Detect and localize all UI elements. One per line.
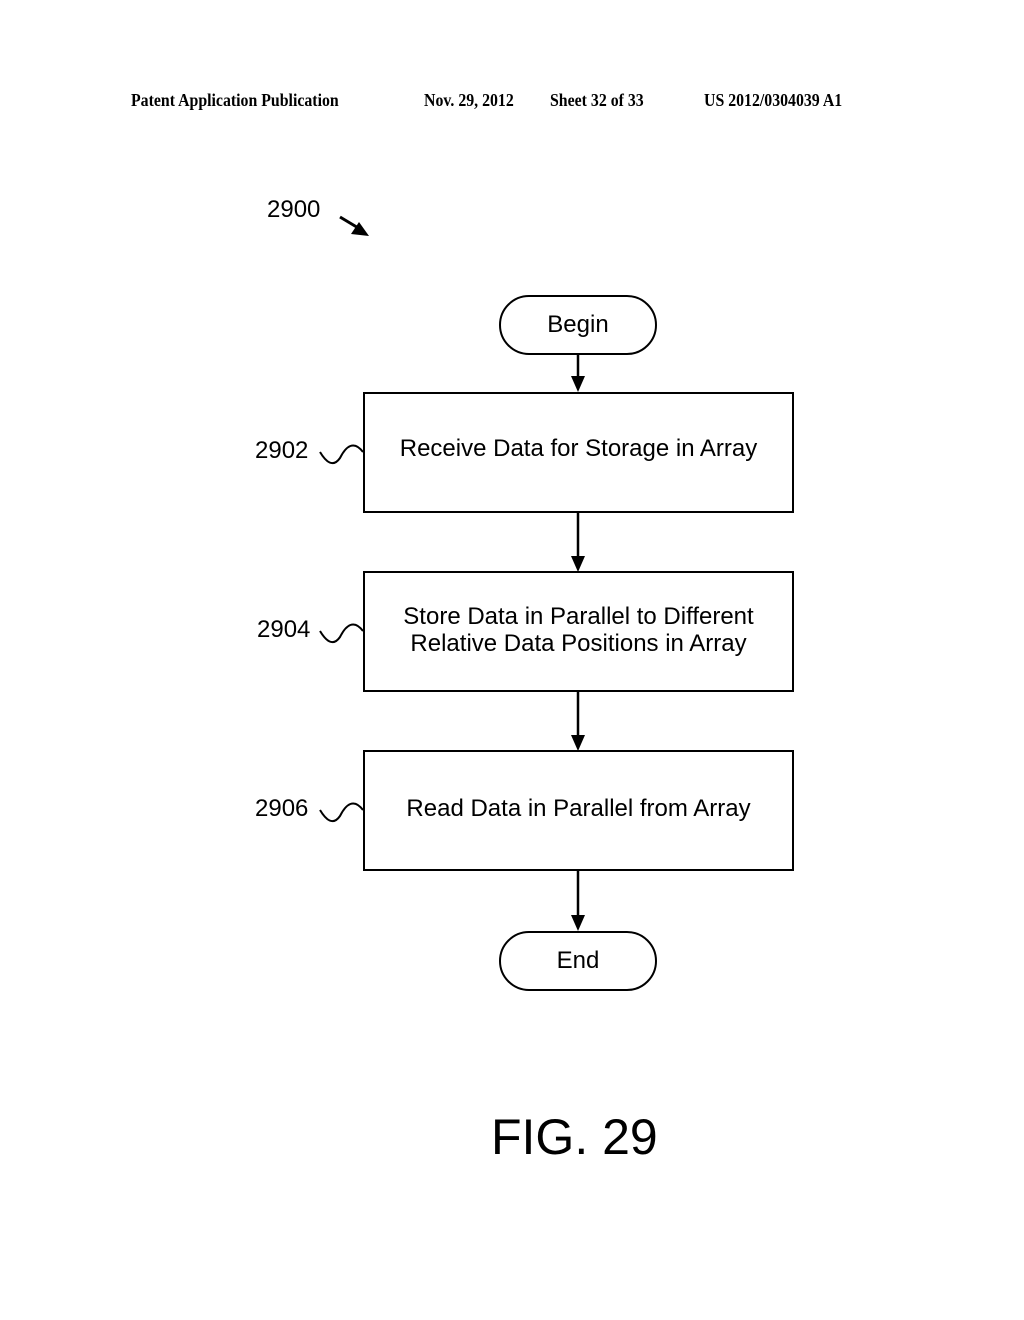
arrow-2902-to-2904 <box>571 512 585 572</box>
step-text-line: Receive Data for Storage in Array <box>399 434 758 462</box>
begin-label: Begin <box>547 311 609 338</box>
process-step-2902: Receive Data for Storage in Array <box>363 392 794 513</box>
arrow-2906-to-end <box>571 870 585 931</box>
step-ref-2904: 2904 <box>257 616 311 643</box>
end-label: End <box>556 947 600 974</box>
step-text-line: Store Data in Parallel to Different <box>403 603 754 630</box>
process-step-2904: Store Data in Parallel to Different Rela… <box>363 571 794 692</box>
figure-caption: FIG. 29 <box>491 1109 658 1165</box>
arrow-begin-to-2902 <box>571 354 585 392</box>
figure-ref-arrow <box>339 215 369 236</box>
process-step-2906: Read Data in Parallel from Array <box>363 750 794 871</box>
leader-squiggle-2906 <box>319 802 364 823</box>
arrow-2904-to-2906 <box>571 690 585 751</box>
leader-squiggle-2902 <box>319 444 364 465</box>
step-text-line: Relative Data Positions in Array <box>410 630 747 657</box>
step-ref-2906: 2906 <box>255 795 309 822</box>
step-text-line: Read Data in Parallel from Array <box>406 795 751 822</box>
leader-squiggle-2904 <box>319 623 364 644</box>
end-terminal: End <box>499 931 657 991</box>
begin-terminal: Begin <box>499 295 657 355</box>
step-ref-2902: 2902 <box>255 437 309 464</box>
